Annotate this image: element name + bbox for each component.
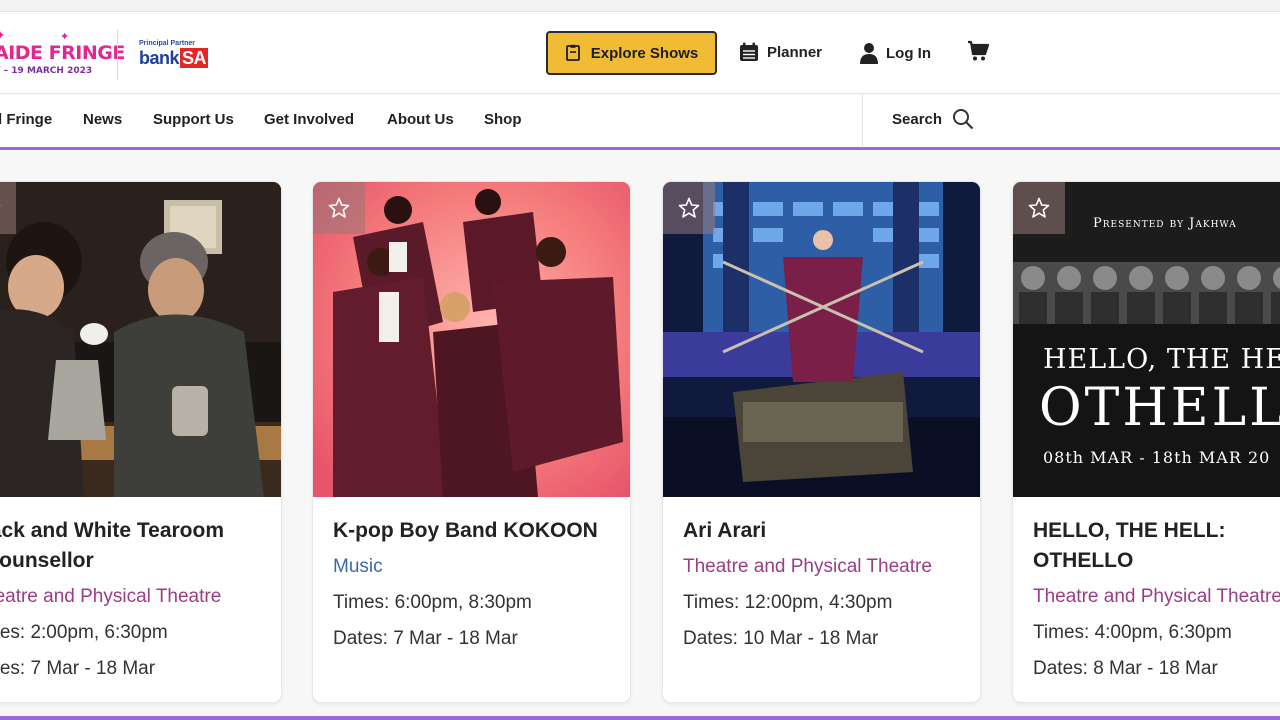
- browser-top-strip: [0, 0, 1280, 12]
- nav-separator: [862, 95, 863, 147]
- poster-date-line: 08th MAR - 18th MAR 20: [1043, 448, 1271, 467]
- cart-icon: [968, 40, 989, 61]
- star-icon: [1028, 197, 1050, 218]
- search-button[interactable]: Search: [892, 108, 974, 130]
- show-image: [663, 182, 980, 497]
- show-times: mes: 2:00pm, 6:30pm: [0, 622, 168, 643]
- principal-partner-logo: Principal Partner bank SA: [139, 40, 209, 69]
- show-dates: ates: 7 Mar - 18 Mar: [0, 658, 156, 679]
- logo-dates: Y – 19 MARCH 2023: [0, 66, 93, 76]
- search-label: Search: [892, 110, 943, 128]
- show-card[interactable]: Ari Arari Theatre and Physical Theatre T…: [663, 182, 980, 702]
- cart-button[interactable]: [967, 40, 989, 62]
- nav-item-fringe[interactable]: l Fringe: [0, 111, 52, 128]
- poster-title-line2: OTHELLO: [1039, 378, 1280, 438]
- partner-label: Principal Partner: [139, 40, 196, 47]
- show-times: Times: 6:00pm, 8:30pm: [333, 592, 532, 613]
- explore-shows-button[interactable]: Explore Shows: [546, 31, 717, 75]
- main-nav: l Fringe News Support Us Get Involved Ab…: [0, 95, 1280, 147]
- favourite-button[interactable]: [1013, 182, 1065, 234]
- show-card[interactable]: K-pop Boy Band KOKOON Music Times: 6:00p…: [313, 182, 630, 702]
- partner-name: bank SA: [139, 48, 209, 68]
- nav-item-shop[interactable]: Shop: [484, 111, 522, 128]
- show-dates: Dates: 7 Mar - 18 Mar: [333, 628, 518, 649]
- show-dates: Dates: 8 Mar - 18 Mar: [1033, 658, 1218, 679]
- star-icon: [0, 204, 1, 207]
- show-image: Presented by Jakhwa HELLO, THE HELL OTHE…: [1013, 182, 1280, 497]
- poster-presented-by: Presented by Jakhwa: [1093, 216, 1237, 231]
- show-genre: heatre and Physical Theatre: [0, 586, 222, 607]
- partner-name-suffix: SA: [180, 48, 209, 68]
- star-icon: [678, 197, 700, 218]
- planner-icon: [740, 42, 758, 61]
- show-title[interactable]: K-pop Boy Band KOKOON: [333, 516, 618, 546]
- show-image: [313, 182, 630, 497]
- site-header: ✦ ✦ AIDE FRINGE Y – 19 MARCH 2023 Princi…: [0, 12, 1280, 94]
- show-genre: Theatre and Physical Theatre: [1033, 586, 1280, 607]
- logo-divider: [117, 30, 118, 80]
- show-genre: Theatre and Physical Theatre: [683, 556, 932, 577]
- show-genre: Music: [333, 556, 383, 577]
- ticket-icon: [565, 44, 580, 61]
- search-icon: [953, 109, 974, 130]
- show-times: Times: 12:00pm, 4:30pm: [683, 592, 893, 613]
- nav-item-about-us[interactable]: About Us: [387, 111, 454, 128]
- star-icon: [328, 197, 350, 218]
- adelaide-fringe-logo[interactable]: ✦ ✦ AIDE FRINGE Y – 19 MARCH 2023: [0, 28, 125, 80]
- show-card[interactable]: lack and White Tearoom Counsellor heatre…: [0, 182, 281, 702]
- favourite-button[interactable]: [0, 182, 16, 234]
- explore-shows-label: Explore Shows: [590, 44, 699, 62]
- show-card[interactable]: Presented by Jakhwa HELLO, THE HELL OTHE…: [1013, 182, 1280, 702]
- show-title[interactable]: HELLO, THE HELL: OTHELLO: [1033, 516, 1280, 576]
- logo-star-icon: ✦: [0, 28, 6, 42]
- favourite-button[interactable]: [313, 182, 365, 234]
- planner-link[interactable]: Planner: [739, 42, 822, 62]
- show-dates: Dates: 10 Mar - 18 Mar: [683, 628, 879, 649]
- shows-carousel: lack and White Tearoom Counsellor heatre…: [0, 150, 1280, 716]
- planner-label: Planner: [767, 43, 823, 61]
- login-link[interactable]: Log In: [860, 42, 931, 64]
- show-image: [0, 182, 281, 497]
- login-label: Log In: [886, 44, 931, 62]
- show-title[interactable]: Ari Arari: [683, 516, 968, 546]
- bottom-accent-line: [0, 716, 1280, 720]
- user-icon: [860, 43, 878, 64]
- nav-item-support-us[interactable]: Support Us: [153, 111, 234, 128]
- nav-item-get-involved[interactable]: Get Involved: [264, 111, 354, 128]
- show-times: Times: 4:00pm, 6:30pm: [1033, 622, 1232, 643]
- poster-title-line1: HELLO, THE HELL: [1043, 344, 1280, 375]
- logo-text: AIDE FRINGE: [0, 42, 125, 64]
- favourite-button[interactable]: [663, 182, 715, 234]
- show-title[interactable]: lack and White Tearoom Counsellor: [0, 516, 269, 576]
- nav-item-news[interactable]: News: [83, 111, 122, 128]
